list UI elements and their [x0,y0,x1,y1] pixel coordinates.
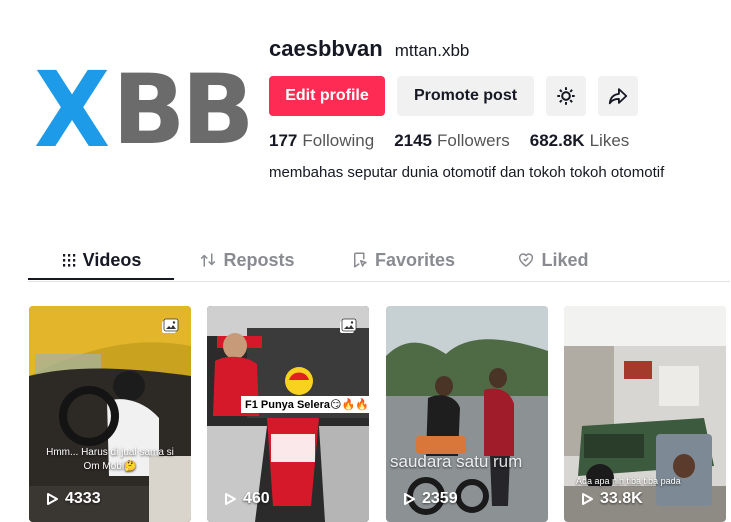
video-card-4[interactable]: Ada apa nih tiba tiba pada 33.8K [564,306,726,522]
gear-icon [557,87,575,105]
view-count-3: 2359 [402,490,458,508]
tab-reposts-label: Reposts [223,249,295,270]
bookmark-icon [353,252,367,268]
video-caption-3: saudara satu rum [390,452,523,471]
profile-avatar: X BB [28,48,255,172]
profile-info: caesbbvan mttan.xbb Edit profile Promote… [269,36,725,181]
active-tab-indicator [28,278,174,280]
share-button[interactable] [598,76,638,116]
nickname: mttan.xbb [394,41,470,60]
profile-bio: membahas seputar dunia otomotif dan toko… [269,164,665,181]
tab-favorites[interactable]: Favorites [338,240,468,280]
play-icon [404,493,415,505]
stat-followers[interactable]: 2145 Followers [394,131,510,151]
tab-liked[interactable]: Liked [498,240,608,280]
share-icon [608,88,628,105]
grid-icon [62,254,75,267]
tab-liked-label: Liked [541,249,589,270]
profile-stats: 177 Following 2145 Followers 682.8K Likes [269,131,725,151]
settings-button[interactable] [546,76,586,116]
tab-favorites-label: Favorites [374,249,456,270]
video-caption-1: Hmm... Harus di jual sama si Om Mobi🤔 [46,447,174,472]
view-count-4: 33.8K [580,490,643,508]
play-icon [582,493,593,505]
video-grid: Hmm... Harus di jual sama si Om Mobi🤔 43… [29,306,729,522]
photo-icon [340,318,357,333]
stat-likes: 682.8K Likes [529,131,630,150]
profile-tabs: Videos Reposts Favorites Liked [28,240,730,282]
video-caption-2: F1 Punya Selera😏🔥🔥 [241,396,369,413]
tab-videos[interactable]: Videos [28,240,174,280]
view-count-1: 4333 [45,490,101,508]
heart-icon [519,253,534,267]
photo-icon [162,318,179,333]
logo-letter-x: X [33,49,110,171]
play-icon [47,493,58,505]
edit-profile-button[interactable]: Edit profile [269,76,385,116]
name-row: caesbbvan mttan.xbb [269,36,725,66]
video-card-3[interactable]: saudara satu rum 2359 [386,306,548,522]
view-count-2: 460 [223,490,270,508]
logo-letters-bb: BB [112,54,254,166]
video-card-2[interactable]: F1 Punya Selera😏🔥🔥 460 [207,306,369,522]
play-icon [225,493,236,505]
tab-videos-label: Videos [82,249,142,270]
video-card-1[interactable]: Hmm... Harus di jual sama si Om Mobi🤔 43… [29,306,191,522]
tab-reposts[interactable]: Reposts [182,240,312,280]
username: caesbbvan [269,36,383,61]
repost-icon [201,253,216,267]
promote-post-button[interactable]: Promote post [397,76,534,116]
profile-actions: Edit profile Promote post [269,76,725,116]
stat-following[interactable]: 177 Following [269,131,374,151]
video-caption-4: Ada apa nih tiba tiba pada [576,476,681,486]
